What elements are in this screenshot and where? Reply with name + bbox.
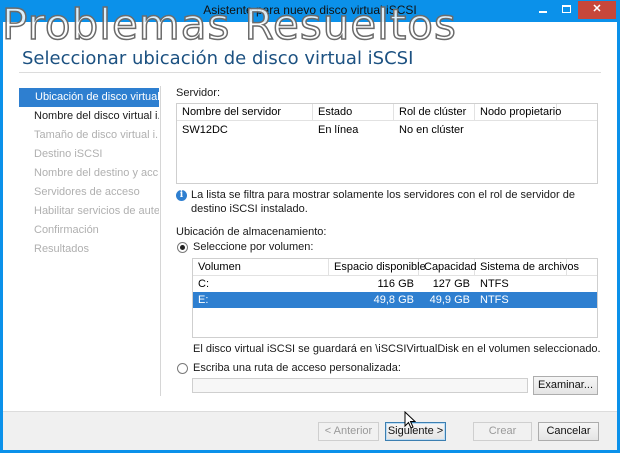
volume-table[interactable]: Volumen Espacio disponible Capacidad Sis… — [192, 258, 598, 338]
server-status-cell: En línea — [318, 124, 359, 136]
column-header-free-space[interactable]: Espacio disponible — [329, 259, 426, 275]
info-icon: i — [176, 190, 187, 201]
info-text: La lista se filtra para mostrar solament… — [191, 189, 575, 215]
previous-button[interactable]: < Anterior — [318, 422, 379, 441]
column-header-cluster-role[interactable]: Rol de clúster — [394, 104, 475, 120]
server-table-header: Nombre del servidor Estado Rol de clúste… — [177, 104, 597, 121]
by-volume-radio[interactable] — [177, 242, 188, 253]
server-cluster-cell: No en clúster — [399, 124, 464, 136]
nav-item-confirmacion: Confirmación — [34, 224, 99, 236]
free-space-cell: 49,8 GB — [373, 294, 414, 306]
column-header-owner-node[interactable]: Nodo propietario — [475, 104, 561, 120]
custom-path-radio[interactable] — [177, 363, 188, 374]
browse-button[interactable]: Examinar... — [533, 376, 598, 395]
nav-item-autenticacion: Habilitar servicios de aute... — [34, 205, 159, 217]
table-row-selected[interactable]: E: 49,8 GB 49,9 GB NTFS — [193, 292, 597, 308]
column-header-volume[interactable]: Volumen — [193, 259, 329, 275]
nav-item-ubicacion[interactable]: Ubicación de disco virtual... — [19, 88, 159, 107]
storage-location-label: Ubicación de almacenamiento: — [176, 226, 327, 238]
custom-path-label[interactable]: Escriba una ruta de acceso personalizada… — [193, 362, 401, 374]
column-header-file-system[interactable]: Sistema de archivos — [475, 259, 579, 275]
column-header-capacity[interactable]: Capacidad — [419, 259, 477, 275]
nav-item-servidores: Servidores de acceso — [34, 186, 140, 198]
wizard-steps-nav: Ubicación de disco virtual... Nombre del… — [19, 86, 161, 396]
window-frame-left — [0, 22, 3, 453]
maximize-button[interactable] — [555, 1, 577, 19]
nav-item-nombre-disco[interactable]: Nombre del disco virtual i... — [19, 107, 159, 126]
nav-item-nombre-destino: Nombre del destino y acc... — [34, 167, 159, 179]
server-table[interactable]: Nombre del servidor Estado Rol de clúste… — [176, 103, 598, 184]
column-header-server-name[interactable]: Nombre del servidor — [177, 104, 313, 120]
by-volume-label[interactable]: Seleccione por volumen: — [193, 241, 313, 253]
minimize-button[interactable] — [532, 1, 554, 19]
minimize-icon — [539, 11, 547, 13]
capacity-cell: 127 GB — [432, 278, 470, 290]
nav-item-destino: Destino iSCSI — [34, 148, 103, 160]
create-button[interactable]: Crear — [473, 422, 532, 441]
mouse-pointer-icon — [404, 411, 416, 429]
file-system-cell: NTFS — [480, 294, 509, 306]
maximize-icon — [561, 5, 571, 13]
table-row[interactable]: C: 116 GB 127 GB NTFS — [193, 276, 597, 292]
watermark: Problemas Resueltos — [1, 0, 457, 49]
capacity-cell: 49,9 GB — [429, 294, 470, 306]
header-divider — [19, 72, 601, 73]
storage-note: El disco virtual iSCSI se guardará en \i… — [193, 343, 601, 355]
column-header-status[interactable]: Estado — [313, 104, 394, 120]
cancel-button[interactable]: Cancelar — [538, 422, 599, 441]
nav-item-resultados: Resultados — [34, 243, 90, 255]
custom-path-input[interactable] — [192, 378, 528, 393]
page-title: Seleccionar ubicación de disco virtual i… — [22, 48, 414, 69]
server-label: Servidor: — [176, 87, 221, 99]
volume-cell: E: — [198, 294, 209, 306]
table-row[interactable]: SW12DC En línea No en clúster — [177, 122, 597, 138]
server-name-cell: SW12DC — [182, 124, 228, 136]
close-button[interactable]: ✕ — [578, 1, 616, 19]
volume-table-header: Volumen Espacio disponible Capacidad Sis… — [193, 259, 597, 276]
free-space-cell: 116 GB — [377, 278, 415, 290]
volume-cell: C: — [198, 278, 209, 290]
file-system-cell: NTFS — [480, 278, 509, 290]
nav-item-tamano: Tamaño de disco virtual i... — [34, 129, 159, 141]
